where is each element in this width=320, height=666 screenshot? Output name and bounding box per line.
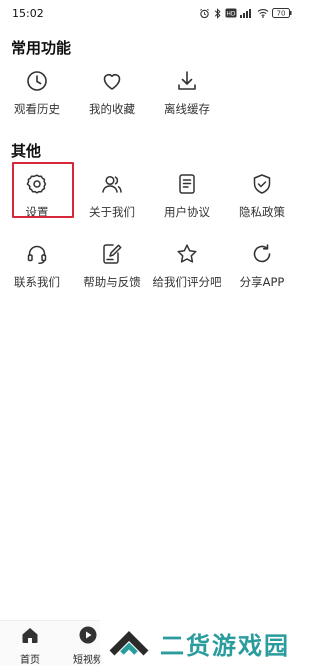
item-user-agreement[interactable]: 用户协议 [150, 172, 224, 232]
refresh-share-icon [250, 242, 274, 266]
shield-icon [250, 172, 274, 196]
item-privacy-policy[interactable]: 隐私政策 [225, 172, 299, 232]
nav-item-home[interactable]: 首页 [6, 625, 54, 666]
heart-icon [100, 69, 124, 93]
alarm-icon [200, 8, 209, 18]
section-title-other: 其他 [11, 142, 42, 160]
bluetooth-icon [214, 7, 221, 19]
item-help-feedback[interactable]: 帮助与反馈 [75, 242, 149, 302]
item-about-us[interactable]: 关于我们 [75, 172, 149, 232]
item-favorites[interactable]: 我的收藏 [75, 69, 149, 129]
status-icons: HD 70 [199, 7, 292, 19]
item-label: 我的收藏 [89, 102, 135, 116]
item-share-app[interactable]: 分享APP [225, 242, 299, 302]
item-label: 关于我们 [89, 205, 135, 219]
item-label: 观看历史 [14, 102, 60, 116]
settings-highlight-box [12, 162, 74, 218]
hd-icon: HD [225, 8, 237, 18]
nav-label-home: 首页 [20, 655, 40, 666]
item-label: 离线缓存 [164, 102, 210, 116]
signal-4g-icon [240, 9, 251, 18]
svg-text:HD: HD [226, 11, 236, 18]
download-icon [175, 69, 199, 93]
battery-icon: 70 [272, 8, 292, 18]
item-label: 分享APP [239, 275, 285, 289]
item-label: 给我们评分吧 [152, 275, 222, 289]
status-time: 15:02 [12, 6, 44, 20]
watermark-logo-icon [109, 631, 149, 656]
item-label: 隐私政策 [239, 205, 285, 219]
wifi-icon [257, 9, 269, 18]
clock-icon [25, 69, 49, 93]
users-icon [100, 172, 124, 196]
watermark-text: 二货游戏园 [160, 631, 290, 660]
headset-icon [25, 242, 49, 266]
battery-level: 70 [277, 10, 286, 18]
status-bar: 15:02 HD 70 [0, 0, 300, 26]
section-title-common: 常用功能 [11, 39, 72, 57]
document-icon [175, 172, 199, 196]
item-contact-us[interactable]: 联系我们 [0, 242, 74, 302]
item-label: 联系我们 [14, 275, 60, 289]
item-rate-us[interactable]: 给我们评分吧 [150, 242, 224, 302]
watermark: 二货游戏园 [100, 620, 300, 666]
nav-label-short-video: 短视频 [73, 655, 103, 666]
item-offline-cache[interactable]: 离线缓存 [150, 69, 224, 129]
home-icon [20, 625, 40, 649]
play-icon [78, 625, 98, 649]
screen: 15:02 HD 70 常用功能 观看历史 我的收藏 离线缓存 其他 设置 关于… [0, 0, 300, 666]
item-watch-history[interactable]: 观看历史 [0, 69, 74, 129]
star-icon [175, 242, 199, 266]
item-label: 帮助与反馈 [83, 275, 141, 289]
item-label: 用户协议 [164, 205, 210, 219]
edit-note-icon [100, 242, 124, 266]
